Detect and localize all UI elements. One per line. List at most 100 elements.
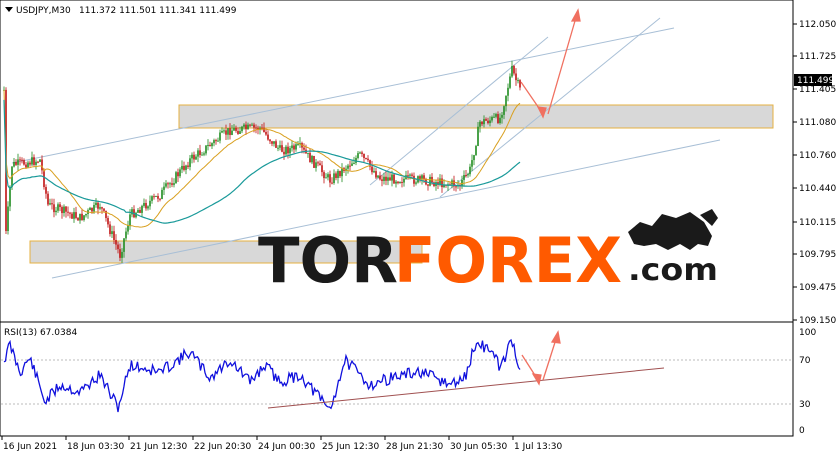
- candle-body: [477, 126, 479, 146]
- candle-body: [69, 212, 71, 214]
- rsi-tick-label: 30: [799, 400, 811, 410]
- candle-body: [175, 172, 177, 184]
- candle-body: [253, 124, 255, 128]
- chart-window[interactable]: TOR FOREX .com 112.050 111.725 111.405 111.…: [0, 0, 838, 458]
- resistance-zone: [178, 104, 774, 129]
- candle-body: [277, 147, 279, 149]
- candle-body: [507, 87, 509, 96]
- candle-body: [143, 202, 145, 206]
- candle-body: [193, 154, 195, 160]
- candle-body: [463, 174, 465, 180]
- candle-body: [97, 202, 99, 209]
- candle-body: [99, 207, 101, 209]
- candle-body: [385, 176, 387, 181]
- candle-body: [227, 128, 229, 135]
- candle-body: [201, 154, 203, 156]
- candle-body: [83, 215, 85, 221]
- candle-body: [333, 173, 335, 184]
- candle-body: [335, 173, 337, 178]
- watermark-forex: FOREX: [394, 224, 622, 297]
- candle-body: [125, 231, 127, 239]
- price-tick-label: 110.760: [799, 151, 836, 161]
- candle-body: [13, 161, 15, 167]
- candle-body: [149, 200, 151, 207]
- candle-body: [401, 181, 403, 183]
- candle-body: [485, 119, 487, 121]
- price-tick-label: 111.725: [799, 52, 836, 62]
- candle-body: [509, 76, 511, 88]
- current-price-marker: 111.499: [794, 74, 834, 86]
- candle-body: [309, 152, 311, 163]
- candle-body: [297, 144, 299, 146]
- candle-body: [171, 183, 173, 185]
- candle-body: [347, 165, 349, 169]
- candle-body: [163, 186, 165, 190]
- candle-body: [375, 171, 377, 178]
- candle-body: [331, 182, 333, 184]
- candle-body: [51, 203, 53, 205]
- candle-body: [329, 174, 331, 183]
- price-tick-label: 112.050: [799, 20, 836, 30]
- candle-body: [93, 204, 95, 212]
- candle-body: [421, 175, 423, 179]
- candle-body: [357, 153, 359, 159]
- candle-body: [289, 148, 291, 154]
- candle-body: [229, 128, 231, 135]
- watermark-tor: TOR: [258, 224, 398, 297]
- watermark-dotcom: .com: [628, 253, 718, 288]
- candle-body: [59, 204, 61, 208]
- candle-body: [493, 116, 495, 118]
- candle-body: [241, 126, 243, 132]
- candle-body: [53, 204, 55, 213]
- candle-body: [327, 174, 329, 178]
- price-tick-label: 109.150: [799, 316, 836, 326]
- price-chart-canvas[interactable]: TOR FOREX .com 112.050111.725111.405111.…: [0, 0, 838, 458]
- rsi-tick-label: 70: [799, 356, 811, 366]
- candle-body: [361, 152, 363, 154]
- candle-body: [217, 140, 219, 142]
- candle-body: [283, 151, 285, 155]
- time-tick-label: 16 Jun 2021: [3, 442, 57, 452]
- candle-body: [203, 153, 205, 155]
- candle-body: [57, 204, 59, 211]
- candle-body: [73, 212, 75, 219]
- candle-body: [7, 206, 9, 232]
- candle-body: [395, 181, 397, 184]
- candle-body: [381, 179, 383, 181]
- candle-body: [243, 124, 245, 127]
- candle-body: [323, 172, 325, 179]
- candle-body: [35, 161, 37, 165]
- candle-body: [235, 127, 237, 131]
- candle-body: [233, 127, 235, 131]
- candle-body: [373, 171, 375, 173]
- candle-body: [455, 186, 457, 188]
- candle-body: [311, 155, 313, 163]
- candle-body: [407, 175, 409, 177]
- candle-body: [47, 193, 49, 205]
- candle-body: [315, 162, 317, 168]
- candle-body: [173, 183, 175, 185]
- candle-body: [21, 159, 23, 161]
- candle-body: [501, 114, 503, 118]
- candle-body: [275, 141, 277, 148]
- ohlc-values: 111.372 111.501 111.341 111.499: [79, 6, 237, 16]
- candle-body: [195, 156, 197, 160]
- candle-body: [363, 153, 365, 158]
- candle-body: [511, 66, 513, 77]
- candle-body: [303, 147, 305, 150]
- candle-body: [23, 160, 25, 165]
- candle-body: [337, 170, 339, 178]
- candle-body: [317, 162, 319, 164]
- candle-body: [71, 213, 73, 219]
- candle-body: [185, 165, 187, 170]
- candle-body: [29, 162, 31, 165]
- candle-body: [169, 183, 171, 185]
- candle-body: [211, 143, 213, 147]
- candle-body: [153, 196, 155, 198]
- candle-body: [109, 224, 111, 235]
- candle-body: [467, 174, 469, 176]
- candle-body: [189, 158, 191, 167]
- candle-body: [491, 116, 493, 121]
- candle-body: [191, 154, 193, 159]
- candle-body: [367, 158, 369, 161]
